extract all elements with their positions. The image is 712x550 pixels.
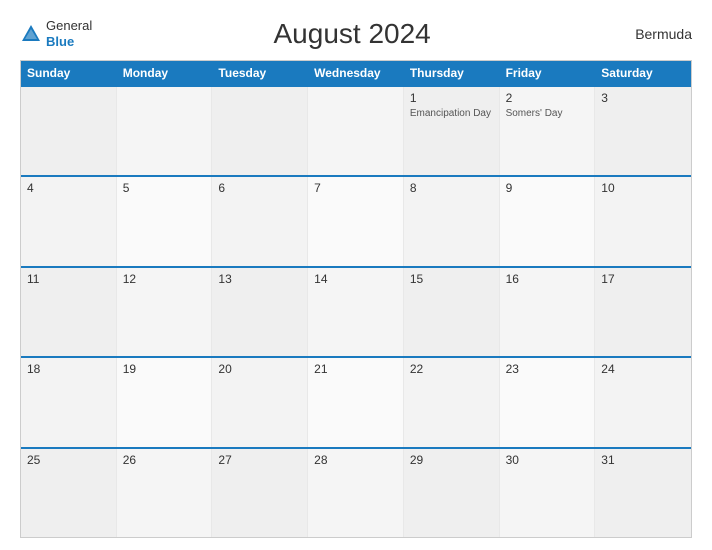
day-cell-aug1: 1 Emancipation Day bbox=[404, 87, 500, 175]
day-cell: 11 bbox=[21, 268, 117, 356]
calendar: Sunday Monday Tuesday Wednesday Thursday… bbox=[20, 60, 692, 538]
day-cell: 8 bbox=[404, 177, 500, 265]
day-cell: 16 bbox=[500, 268, 596, 356]
day-header-saturday: Saturday bbox=[595, 61, 691, 85]
day-cell: 12 bbox=[117, 268, 213, 356]
day-cell: 15 bbox=[404, 268, 500, 356]
day-cell bbox=[308, 87, 404, 175]
page: General Blue August 2024 Bermuda Sunday … bbox=[0, 0, 712, 550]
day-cell: 22 bbox=[404, 358, 500, 446]
day-cell: 13 bbox=[212, 268, 308, 356]
day-cell: 30 bbox=[500, 449, 596, 537]
month-title: August 2024 bbox=[92, 18, 612, 50]
day-cell: 28 bbox=[308, 449, 404, 537]
day-header-monday: Monday bbox=[117, 61, 213, 85]
day-cell: 31 bbox=[595, 449, 691, 537]
day-cell: 18 bbox=[21, 358, 117, 446]
day-header-friday: Friday bbox=[500, 61, 596, 85]
header: General Blue August 2024 Bermuda bbox=[20, 18, 692, 50]
logo-icon bbox=[20, 23, 42, 45]
logo-text: General Blue bbox=[46, 18, 92, 49]
day-cell: 26 bbox=[117, 449, 213, 537]
logo: General Blue bbox=[20, 18, 92, 49]
day-cell: 27 bbox=[212, 449, 308, 537]
day-cell: 19 bbox=[117, 358, 213, 446]
day-cell: 17 bbox=[595, 268, 691, 356]
region: Bermuda bbox=[612, 26, 692, 42]
day-cell bbox=[21, 87, 117, 175]
day-header-thursday: Thursday bbox=[404, 61, 500, 85]
day-headers-row: Sunday Monday Tuesday Wednesday Thursday… bbox=[21, 61, 691, 85]
day-cell: 14 bbox=[308, 268, 404, 356]
week-row-4: 18 19 20 21 22 23 24 bbox=[21, 356, 691, 446]
week-row-5: 25 26 27 28 29 30 31 bbox=[21, 447, 691, 537]
week-row-1: 1 Emancipation Day 2 Somers' Day 3 bbox=[21, 85, 691, 175]
day-cell: 20 bbox=[212, 358, 308, 446]
day-cell: 21 bbox=[308, 358, 404, 446]
day-header-tuesday: Tuesday bbox=[212, 61, 308, 85]
day-header-sunday: Sunday bbox=[21, 61, 117, 85]
logo-general: General bbox=[46, 18, 92, 34]
day-cell-aug3: 3 bbox=[595, 87, 691, 175]
day-cell: 25 bbox=[21, 449, 117, 537]
day-cell bbox=[117, 87, 213, 175]
day-cell: 10 bbox=[595, 177, 691, 265]
logo-blue: Blue bbox=[46, 34, 92, 50]
day-cell: 23 bbox=[500, 358, 596, 446]
day-cell: 4 bbox=[21, 177, 117, 265]
day-cell: 9 bbox=[500, 177, 596, 265]
day-cell: 7 bbox=[308, 177, 404, 265]
day-cell: 5 bbox=[117, 177, 213, 265]
day-cell bbox=[212, 87, 308, 175]
week-row-2: 4 5 6 7 8 9 10 bbox=[21, 175, 691, 265]
day-cell-aug2: 2 Somers' Day bbox=[500, 87, 596, 175]
day-header-wednesday: Wednesday bbox=[308, 61, 404, 85]
week-row-3: 11 12 13 14 15 16 17 bbox=[21, 266, 691, 356]
weeks: 1 Emancipation Day 2 Somers' Day 3 4 5 6… bbox=[21, 85, 691, 537]
day-cell: 24 bbox=[595, 358, 691, 446]
day-cell: 6 bbox=[212, 177, 308, 265]
day-cell: 29 bbox=[404, 449, 500, 537]
